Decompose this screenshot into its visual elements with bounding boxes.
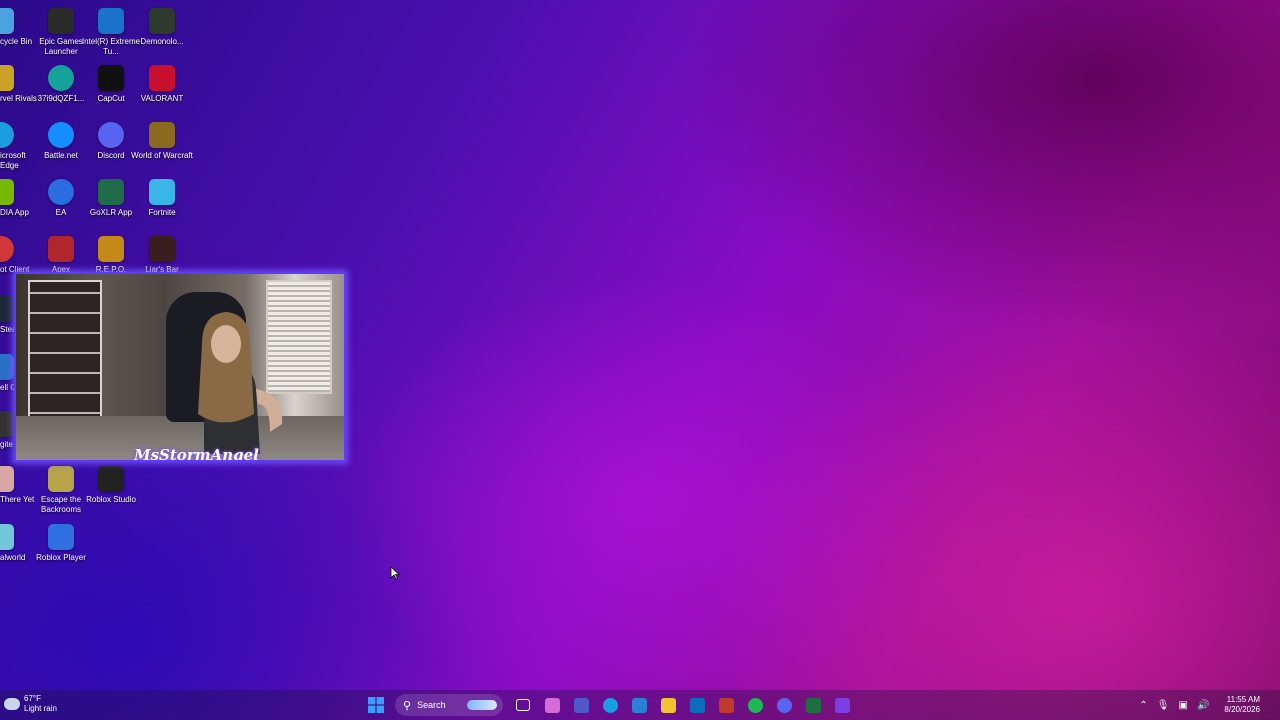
desktop-icon-label: Fortnite	[148, 208, 176, 217]
taskbar-app-clipchamp[interactable]	[830, 693, 854, 717]
battlenet-icon	[48, 122, 74, 148]
edge-shortcut-icon	[48, 65, 74, 91]
desktop-icon[interactable]: Discord	[82, 118, 140, 174]
search-label: Search	[417, 700, 446, 710]
chevron-up-icon[interactable]: ⌃	[1139, 700, 1147, 711]
recycle-bin-icon	[0, 8, 14, 34]
task-view-icon	[516, 699, 530, 711]
riot-client-icon	[0, 236, 14, 262]
webcam-overlay: MsStormAngel	[14, 272, 346, 462]
taskbar-app-teams[interactable]	[569, 693, 593, 717]
roblox-studio-icon	[98, 466, 124, 492]
taskbar-app-outlook[interactable]	[685, 693, 709, 717]
webcam-streamer	[198, 312, 283, 454]
there-yet-icon	[0, 466, 14, 492]
store-icon	[631, 697, 647, 713]
hell-game-icon	[0, 354, 14, 380]
spotify-icon	[747, 697, 763, 713]
microsoft-edge-icon	[0, 122, 14, 148]
windows-logo-icon	[368, 697, 384, 713]
demonologist-icon	[149, 8, 175, 34]
desktop-icon[interactable]: Demonolo...	[133, 4, 191, 60]
intel-icon	[98, 8, 124, 34]
desktop-icon-label: World of Warcraft	[131, 151, 193, 160]
desktop-icon[interactable]: Intel(R) Extreme Tu...	[82, 4, 140, 60]
discord-icon	[98, 122, 124, 148]
steam-icon	[0, 296, 14, 322]
clock-date: 8/20/2026	[1224, 705, 1260, 714]
desktop-icon[interactable]: World of Warcraft	[131, 118, 193, 174]
clipchamp-icon	[834, 697, 850, 713]
taskbar-center: ⚲ Search	[364, 693, 859, 717]
world-of-warcraft-icon	[149, 122, 175, 148]
escape-backrooms-icon	[48, 466, 74, 492]
desktop-icon[interactable]: VALORANT	[133, 61, 191, 117]
file-explorer-icon	[660, 697, 676, 713]
discord-icon	[776, 697, 792, 713]
desktop-icon-label: Roblox Player	[36, 553, 86, 562]
search-icon: ⚲	[403, 699, 412, 712]
search-highlight-icon	[467, 700, 497, 710]
nvidia-app-icon	[0, 179, 14, 205]
edge-icon	[602, 697, 618, 713]
taskbar-app-file-explorer[interactable]	[656, 693, 680, 717]
taskbar-app-task-view[interactable]	[511, 693, 535, 717]
taskbar-app-excel[interactable]	[801, 693, 825, 717]
desktop-icon[interactable]: Fortnite	[133, 175, 191, 231]
goxlr-icon	[98, 179, 124, 205]
palworld-icon	[0, 524, 14, 550]
taskbar-app-spotify[interactable]	[743, 693, 767, 717]
clock[interactable]: 11:55 AM 8/20/2026	[1224, 695, 1260, 715]
desktop-icon[interactable]: GoXLR App	[82, 175, 140, 231]
marvel-rivals-icon	[0, 65, 14, 91]
network-icon[interactable]: ▣	[1179, 700, 1188, 711]
logitech-icon	[0, 411, 14, 437]
excel-icon	[805, 697, 821, 713]
desktop-icon-label: Demonolo...	[140, 37, 184, 46]
apex-icon	[48, 236, 74, 262]
desktop-icon-label: Roblox Studio	[86, 495, 136, 504]
desktop-icon[interactable]: Roblox Player	[32, 520, 90, 576]
taskbar-app-edge[interactable]	[598, 693, 622, 717]
fortnite-icon	[149, 179, 175, 205]
capcut-icon	[98, 65, 124, 91]
taskbar: 67°F Light rain ⚲ Search ⌃ 🎙 ▣ 🔊 11:55 A…	[0, 690, 1280, 720]
taskbar-app-app-red[interactable]	[714, 693, 738, 717]
weather-widget[interactable]: 67°F Light rain	[4, 694, 57, 714]
ea-icon	[48, 179, 74, 205]
desktop-icon[interactable]: Roblox Studio	[82, 462, 140, 518]
teams-icon	[573, 697, 589, 713]
app-red-icon	[718, 697, 734, 713]
taskbar-app-copilot[interactable]	[540, 693, 564, 717]
start-button[interactable]	[364, 693, 388, 717]
microphone-icon[interactable]: 🎙	[1157, 700, 1170, 711]
outlook-icon	[689, 697, 705, 713]
roblox-player-icon	[48, 524, 74, 550]
volume-icon[interactable]: 🔊	[1197, 700, 1209, 711]
repo-icon	[98, 236, 124, 262]
liars-bar-icon	[149, 236, 175, 262]
weather-temp: 67°F	[24, 694, 41, 703]
weather-condition: Light rain	[24, 704, 57, 713]
webcam-background-door	[28, 280, 102, 434]
epic-games-icon	[48, 8, 74, 34]
webcam-name-tag: MsStormAngel	[134, 446, 259, 462]
taskbar-search[interactable]: ⚲ Search	[395, 694, 503, 716]
copilot-icon	[544, 697, 560, 713]
valorant-icon	[149, 65, 175, 91]
desktop-icon[interactable]: CapCut	[82, 61, 140, 117]
rain-cloud-icon	[4, 698, 20, 710]
mouse-cursor-icon	[390, 566, 400, 580]
clock-time: 11:55 AM	[1226, 695, 1260, 704]
taskbar-app-discord[interactable]	[772, 693, 796, 717]
taskbar-app-store[interactable]	[627, 693, 651, 717]
desktop-icon-label: VALORANT	[140, 94, 184, 103]
system-tray: ⌃ 🎙 ▣ 🔊 11:55 AM 8/20/2026	[1139, 693, 1260, 717]
